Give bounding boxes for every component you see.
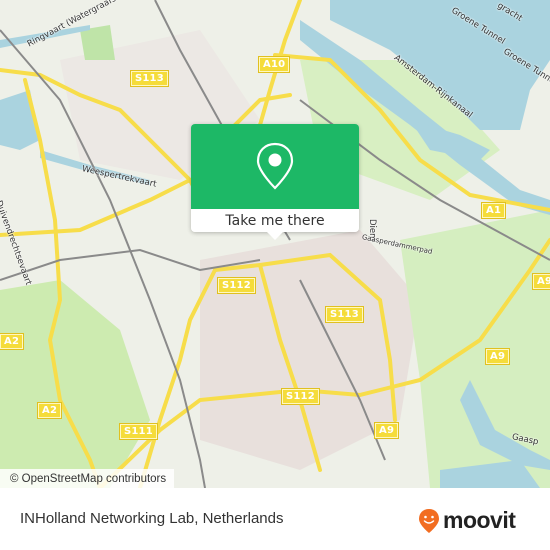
map-attribution[interactable]: © OpenStreetMap contributors — [0, 469, 175, 488]
popup-header[interactable] — [191, 124, 359, 209]
road-shield-a9: A9 — [531, 273, 550, 290]
road-shield-s112: S112 — [217, 277, 256, 294]
moovit-wordmark: moovit — [443, 507, 516, 533]
footer: INHolland Networking Lab, Netherlands mo… — [0, 488, 550, 550]
map[interactable]: S113 A10 A1 A9 A2 S112 S113 A9 A2 S112 S… — [0, 0, 550, 488]
location-popup[interactable]: Take me there — [191, 124, 359, 240]
map-base-layer — [0, 0, 550, 488]
road-shield-s113: S113 — [325, 306, 364, 323]
take-me-there-button[interactable]: Take me there — [191, 209, 359, 232]
road-shield-a9: A9 — [373, 422, 400, 439]
moovit-pin-icon — [419, 508, 439, 533]
road-shield-a1: A1 — [480, 202, 507, 219]
location-pin-icon — [256, 142, 294, 190]
place-title: INHolland Networking Lab, Netherlands — [20, 510, 284, 527]
road-shield-s113: S113 — [130, 70, 169, 87]
road-shield-a2: A2 — [36, 402, 63, 419]
popup-tail — [267, 232, 283, 240]
road-shield-s111: S111 — [119, 423, 158, 440]
moovit-logo[interactable]: moovit — [418, 507, 516, 534]
road-shield-s112: S112 — [281, 388, 320, 405]
road-shield-a9: A9 — [484, 348, 511, 365]
road-shield-a10: A10 — [257, 56, 291, 73]
road-shield-a2: A2 — [0, 333, 25, 350]
